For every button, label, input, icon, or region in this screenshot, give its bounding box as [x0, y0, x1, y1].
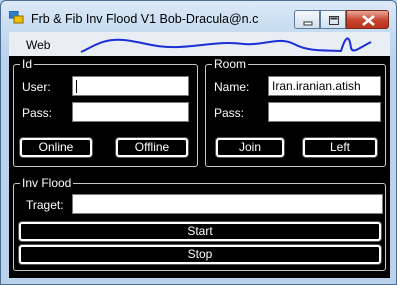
window-title: Frb & Fib Inv Flood V1 Bob-Dracula@n.c: [31, 12, 259, 26]
room-pass-field[interactable]: [268, 102, 381, 122]
scribble-mark: [80, 37, 372, 53]
join-button[interactable]: Join: [216, 138, 284, 157]
user-label: User:: [22, 80, 51, 94]
target-label: Traget:: [26, 198, 64, 212]
text-caret: [76, 80, 77, 94]
app-window: Frb & Fib Inv Flood V1 Bob-Dracula@n.c W…: [0, 0, 397, 285]
minimize-button[interactable]: [294, 10, 320, 29]
pass-field[interactable]: [72, 102, 189, 122]
id-group: Id User: Pass: Online Offline: [13, 57, 198, 167]
stop-button[interactable]: Stop: [19, 245, 381, 264]
maximize-icon: [329, 16, 339, 25]
online-button[interactable]: Online: [20, 138, 92, 157]
maximize-button[interactable]: [320, 10, 346, 29]
inv-flood-group: Inv Flood Traget: Start Stop: [13, 176, 386, 271]
room-group: Room Name: Iran.iranian.atish Pass: Join…: [205, 57, 386, 167]
room-name-label: Name:: [214, 80, 250, 94]
client-area: Id User: Pass: Online Offline Room Name:…: [9, 56, 390, 278]
room-name-field[interactable]: Iran.iranian.atish: [268, 76, 381, 96]
close-button[interactable]: [346, 10, 389, 29]
menu-item-web[interactable]: Web: [26, 38, 50, 52]
user-field[interactable]: [72, 76, 189, 96]
close-icon: [362, 14, 375, 27]
menu-bar: Web: [9, 32, 390, 56]
title-bar[interactable]: Frb & Fib Inv Flood V1 Bob-Dracula@n.c: [1, 1, 396, 31]
room-name-value: Iran.iranian.atish: [272, 79, 361, 93]
room-pass-label: Pass:: [214, 106, 245, 120]
target-field[interactable]: [72, 194, 383, 214]
room-group-title: Room: [212, 57, 249, 71]
app-icon: [8, 10, 25, 25]
start-button[interactable]: Start: [19, 222, 381, 241]
left-button[interactable]: Left: [303, 138, 377, 157]
offline-button[interactable]: Offline: [116, 138, 188, 157]
inv-flood-group-title: Inv Flood: [20, 176, 74, 190]
minimize-icon: [303, 21, 313, 26]
pass-label: Pass:: [22, 106, 53, 120]
id-group-title: Id: [20, 57, 35, 71]
